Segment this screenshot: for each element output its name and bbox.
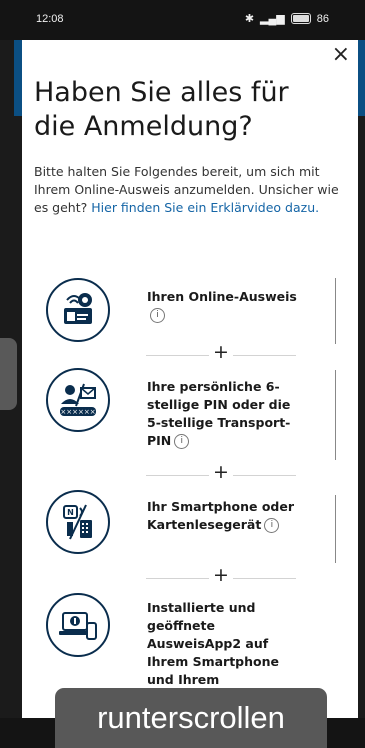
intro-text: Bitte halten Sie Folgendes bereit, um si…: [34, 164, 339, 215]
svg-text:××××××: ××××××: [60, 408, 95, 416]
scroll-hint-caption: runterscrollen: [55, 688, 327, 748]
clock: 12:08: [36, 13, 64, 25]
info-icon[interactable]: i: [174, 434, 190, 449]
svg-text:N: N: [67, 508, 74, 517]
requirement-label: Ihren Online-Ausweisi: [147, 288, 297, 324]
requirement-label: Ihre persönliche 6-stellige PIN oder die…: [147, 379, 291, 449]
signal-icon: ▂▄▆: [260, 13, 285, 25]
plus-icon: +: [209, 341, 233, 363]
plus-separator: +: [146, 341, 296, 363]
plus-icon: +: [209, 564, 233, 586]
divider: [335, 495, 336, 563]
page-title: Haben Sie alles für die Anmeldung?: [34, 77, 289, 142]
explainer-video-link[interactable]: Hier finden Sie ein Erklärvideo dazu.: [91, 200, 319, 215]
login-requirements-sheet: × Haben Sie alles für die Anmeldung? Bit…: [22, 40, 358, 748]
info-icon[interactable]: i: [150, 308, 165, 323]
plus-separator: +: [146, 461, 296, 483]
smartphone-card-reader-icon: N: [46, 490, 110, 554]
divider: [335, 370, 336, 460]
side-handle[interactable]: [0, 338, 17, 410]
requirement-label: Ihr Smartphone oder Kartenlesegerät i: [147, 499, 295, 533]
bluetooth-icon: ✱: [244, 13, 255, 25]
background-header: [14, 40, 22, 116]
status-icons: ✱ ▂▄▆ 86: [244, 12, 329, 26]
background-header-right: [358, 40, 365, 116]
info-icon[interactable]: i: [264, 518, 280, 533]
requirement-label: Installierte und geöffnete AusweisApp2 a…: [147, 600, 279, 687]
plus-icon: +: [209, 461, 233, 483]
battery-level: 86: [316, 12, 329, 25]
divider: [335, 278, 336, 344]
laptop-phone-icon: [46, 593, 110, 657]
battery-icon: [290, 13, 311, 24]
plus-separator: +: [146, 564, 296, 586]
status-bar: 12:08 ✱ ▂▄▆ 86: [0, 0, 365, 40]
pin-letter-icon: ××××××: [46, 368, 110, 432]
id-card-nfc-icon: [46, 278, 110, 342]
close-button[interactable]: ×: [332, 42, 350, 67]
